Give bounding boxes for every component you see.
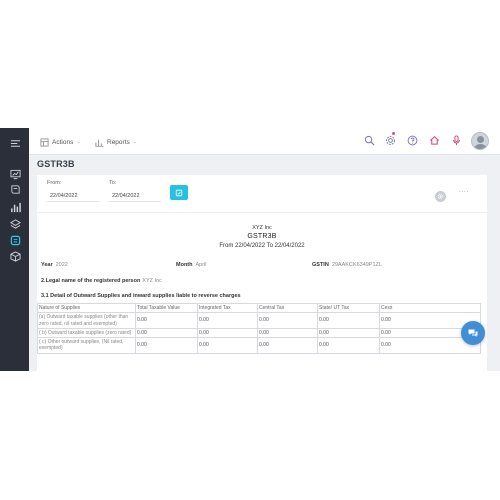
column-header: Cess <box>379 302 481 314</box>
table-row: ( c) Other outward supplies, (Nil rated,… <box>37 337 481 354</box>
actions-icon <box>40 137 49 147</box>
report-title: GSTR3B <box>247 233 277 240</box>
help-icon[interactable] <box>406 134 419 147</box>
value-cell: 0.00 <box>135 312 198 329</box>
column-header: Total Taxable Value <box>135 302 198 314</box>
legal-name-value: XYZ Inc <box>142 278 162 284</box>
stack-active-icon[interactable] <box>9 234 21 246</box>
year-label: Year <box>41 262 53 268</box>
hamburger-icon[interactable] <box>9 137 21 149</box>
report-company: XYZ Inc <box>252 225 272 231</box>
home-icon[interactable] <box>428 134 441 147</box>
column-header: Nature of Supplies <box>37 302 136 314</box>
nature-cell: ( b) Outward taxable supplies (zero rate… <box>37 327 136 339</box>
microphone-icon[interactable] <box>450 134 463 147</box>
year-value: 2022 <box>55 262 68 268</box>
value-cell: 0.00 <box>317 312 380 329</box>
value-cell: 0.00 <box>197 337 258 354</box>
month-label: Month <box>176 262 193 268</box>
chevron-down-icon: ⌄ <box>132 139 137 145</box>
sidebar <box>0 128 29 371</box>
reports-label: Reports <box>107 138 130 146</box>
value-cell: 0.00 <box>197 312 258 329</box>
actions-label: Actions <box>52 138 74 146</box>
section-title: 3.1 Detail of Outward Supplies and inwar… <box>41 293 241 299</box>
month-value: April <box>195 262 207 268</box>
value-cell: 0.00 <box>197 327 258 339</box>
chat-button[interactable] <box>461 321 485 345</box>
book-icon[interactable] <box>9 183 21 195</box>
value-cell: 0.00 <box>317 337 380 354</box>
value-cell: 0.00 <box>135 327 198 339</box>
gstin-value: 29AAKCK6349P1ZL <box>331 262 382 268</box>
top-bar: Actions ⌄ Reports ⌄ <box>29 128 500 155</box>
more-options-button[interactable]: .... <box>459 187 469 194</box>
layers-icon[interactable] <box>9 218 21 230</box>
reports-menu[interactable]: Reports ⌄ <box>95 136 137 148</box>
table-header-row: Nature of Supplies Total Taxable Value I… <box>37 302 481 314</box>
actions-menu[interactable]: Actions ⌄ <box>40 136 81 148</box>
to-date-input[interactable]: 22/04/2022 <box>109 191 161 202</box>
chevron-down-icon: ⌄ <box>76 139 81 145</box>
report-period: From 22/04/2022 To 22/04/2022 <box>219 243 305 249</box>
gstin-field: GSTIN 29AAKCK6349P1ZL <box>312 262 382 268</box>
month-field: Month April <box>176 262 207 268</box>
nature-cell: ( c) Other outward supplies, (Nil rated,… <box>37 337 136 354</box>
search-icon[interactable] <box>363 134 376 147</box>
column-header: State/ UT Tax <box>317 302 380 314</box>
value-cell: 0.00 <box>135 337 198 354</box>
settings-icon[interactable] <box>384 132 397 147</box>
table-row: ( b) Outward taxable supplies (zero rate… <box>37 327 481 339</box>
report-settings-button[interactable] <box>435 191 446 202</box>
app-window: Actions ⌄ Reports ⌄ GSTR3B From: 22/04/2… <box>0 128 500 371</box>
year-field: Year 2022 <box>41 262 68 268</box>
bar-chart-icon[interactable] <box>9 201 21 213</box>
gear-icon <box>437 193 444 200</box>
value-cell: 0.00 <box>257 312 318 329</box>
to-label: To: <box>109 180 117 186</box>
generate-report-button[interactable] <box>170 185 188 200</box>
box-icon[interactable] <box>9 250 21 262</box>
chart-board-icon[interactable] <box>9 168 21 180</box>
reports-icon <box>95 139 104 147</box>
from-date-input[interactable]: 22/04/2022 <box>47 191 99 202</box>
table-row: (a) Outward taxable supplies (other than… <box>37 312 481 329</box>
column-header: Central Tax <box>257 302 318 314</box>
page-title: GSTR3B <box>37 159 75 169</box>
report-card: From: 22/04/2022 To: 22/04/2022 .... XYZ… <box>37 175 487 371</box>
from-label: From: <box>47 180 62 186</box>
outward-supplies-table: Nature of Supplies Total Taxable Value I… <box>37 302 481 354</box>
chat-icon <box>468 329 478 337</box>
value-cell: 0.00 <box>257 337 318 354</box>
user-avatar[interactable] <box>471 132 489 150</box>
legal-name-label: 2.Legal name of the registered person <box>41 278 141 284</box>
nature-cell: (a) Outward taxable supplies (other than… <box>37 312 136 329</box>
refresh-icon <box>175 189 183 196</box>
divider <box>37 212 487 213</box>
column-header: Integrated Tax <box>197 302 258 314</box>
notification-dot <box>392 132 395 135</box>
gstin-label: GSTIN <box>312 262 329 268</box>
legal-name-field: 2.Legal name of the registered person XYZ… <box>41 278 162 284</box>
value-cell: 0.00 <box>257 327 318 339</box>
value-cell: 0.00 <box>317 327 380 339</box>
